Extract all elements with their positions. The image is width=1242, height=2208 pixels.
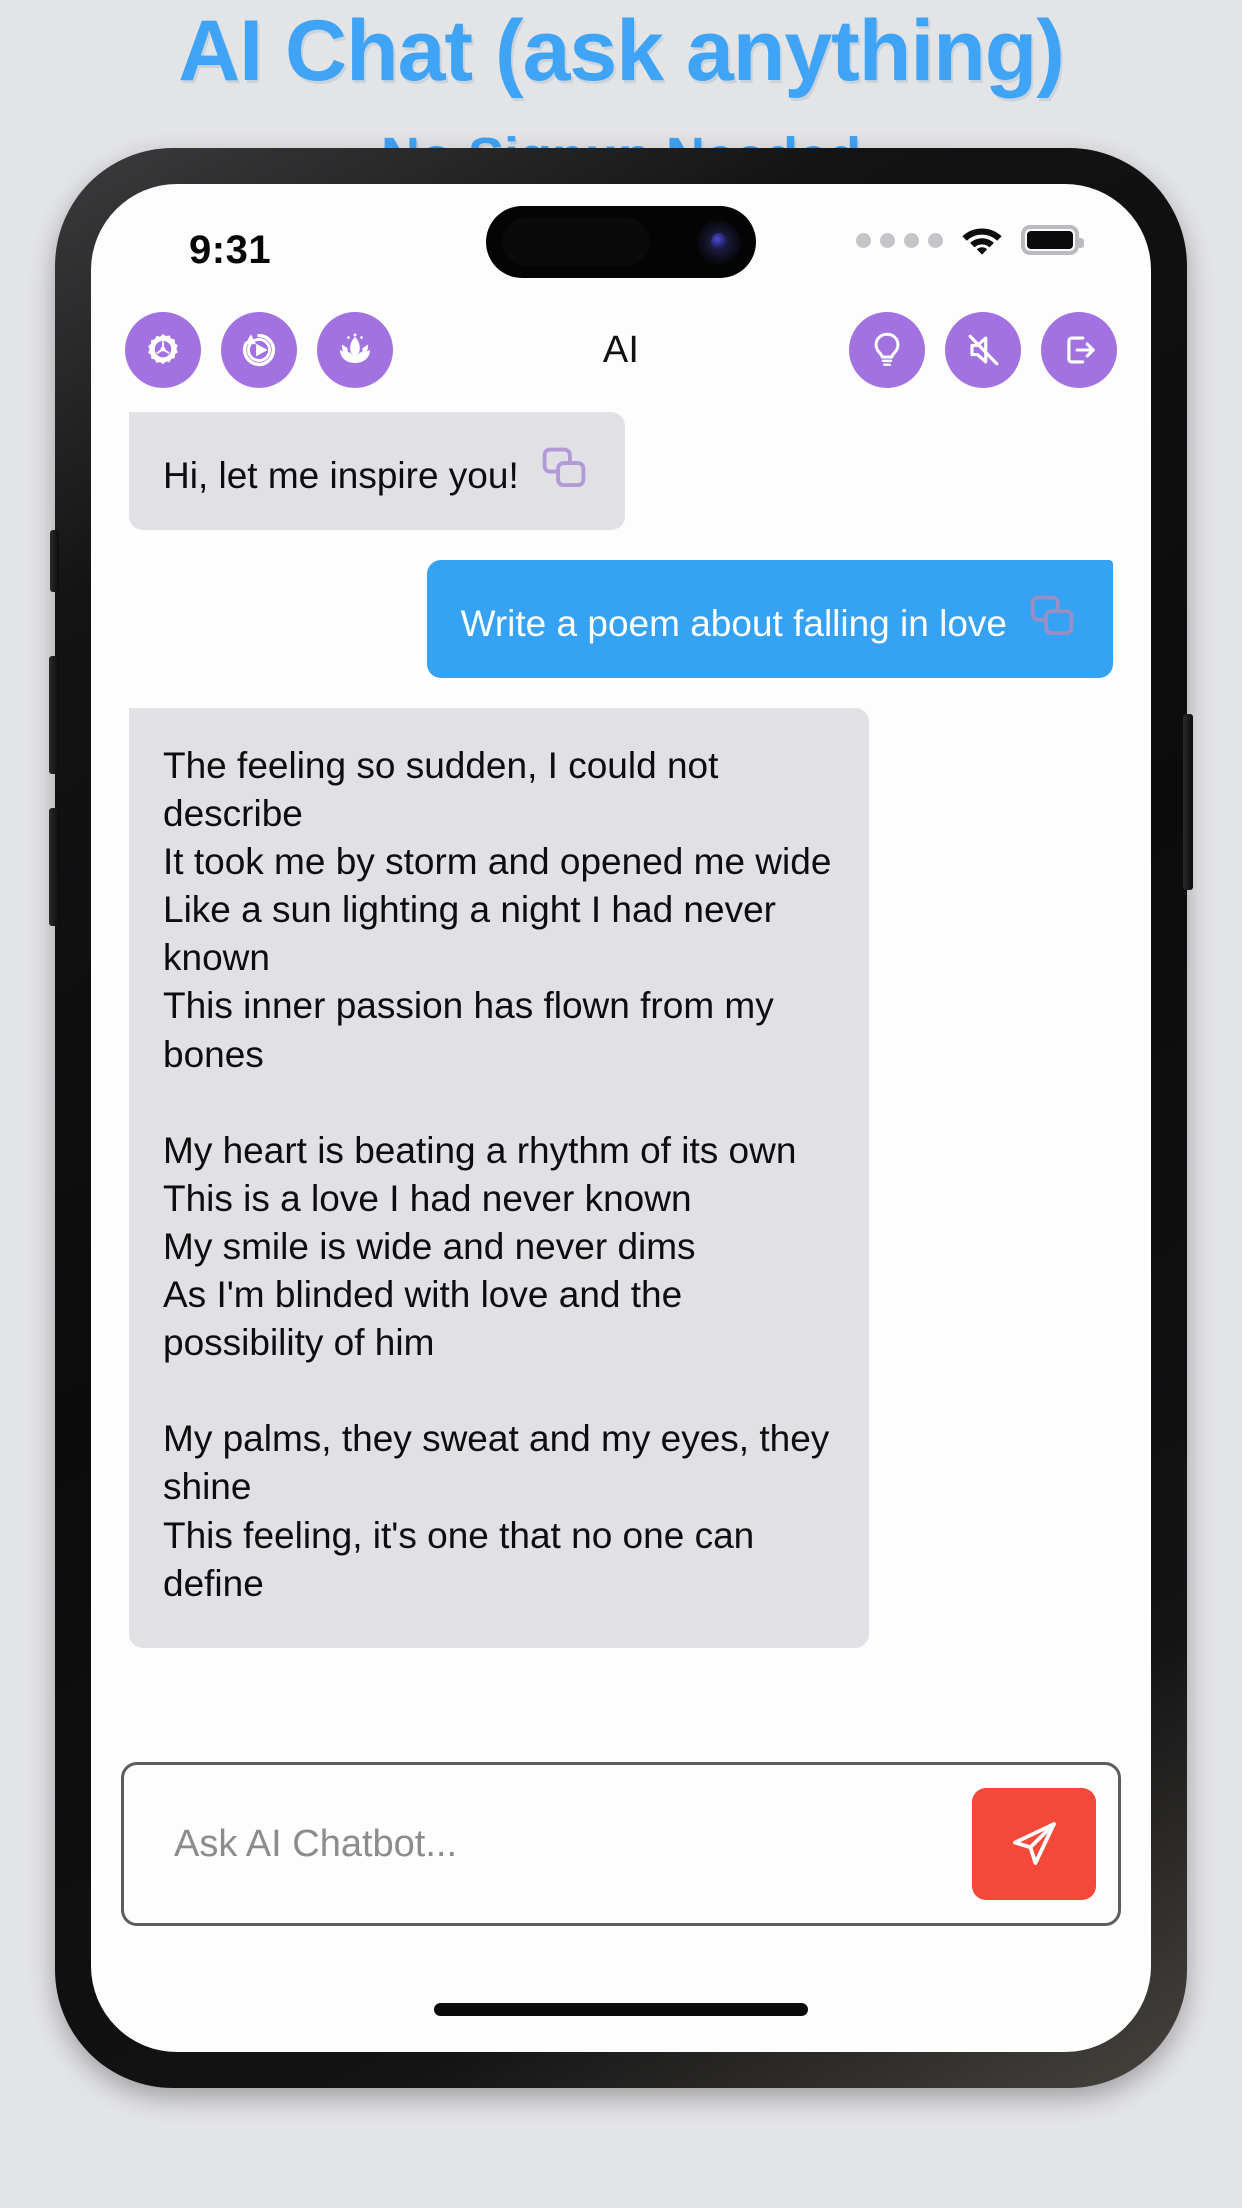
- meditation-button[interactable]: [317, 312, 393, 388]
- mute-switch[interactable]: [50, 530, 59, 592]
- copy-icon[interactable]: [537, 442, 591, 496]
- ideas-button[interactable]: [849, 312, 925, 388]
- phone-screen: 9:31 AI Hi, let me inspire you! Write a …: [91, 184, 1151, 2052]
- message-composer[interactable]: [121, 1762, 1121, 1926]
- phone-mockup: 9:31 AI Hi, let me inspire you! Write a …: [49, 148, 1193, 2088]
- front-camera-icon: [697, 220, 741, 264]
- signal-dots-icon: [856, 232, 943, 248]
- send-button[interactable]: [972, 1788, 1096, 1900]
- island-pill: [502, 218, 650, 266]
- promo-title: AI Chat (ask anything): [178, 3, 1065, 99]
- toolbar-right-group: [849, 312, 1117, 388]
- status-bar: 9:31: [91, 184, 1151, 294]
- chat-bubble[interactable]: Hi, let me inspire you!: [129, 412, 625, 530]
- message-text: Hi, let me inspire you!: [163, 454, 519, 496]
- message-row-bot-poem: The feeling so sudden, I could not descr…: [91, 708, 1151, 1648]
- battery-icon: [1021, 225, 1084, 255]
- history-replay-icon: [242, 333, 276, 367]
- copy-icon[interactable]: [1025, 590, 1079, 644]
- send-paper-plane-icon: [1013, 1822, 1056, 1865]
- logout-icon: [1067, 336, 1095, 364]
- gear-icon: [148, 333, 178, 365]
- message-text: Write a poem about falling in love: [460, 602, 1007, 644]
- power-button[interactable]: [1183, 714, 1193, 890]
- status-time: 9:31: [189, 228, 272, 272]
- home-indicator[interactable]: [434, 2003, 808, 2016]
- message-row-user-prompt: Write a poem about falling in love: [91, 560, 1151, 678]
- logout-button[interactable]: [1041, 312, 1117, 388]
- volume-up-button[interactable]: [49, 656, 59, 774]
- chat-bubble[interactable]: The feeling so sudden, I could not descr…: [129, 708, 869, 1648]
- message-row-bot-greeting: Hi, let me inspire you!: [91, 412, 1151, 530]
- lightbulb-icon: [874, 332, 900, 366]
- app-toolbar: AI: [91, 294, 1151, 398]
- message-input[interactable]: [172, 1821, 972, 1867]
- speaker-muted-icon: [968, 334, 999, 366]
- app-title: AI: [602, 328, 640, 371]
- chat-message-list[interactable]: Hi, let me inspire you! Write a poem abo…: [91, 398, 1151, 1942]
- toolbar-left-group: [125, 312, 393, 388]
- dynamic-island: [486, 206, 756, 278]
- history-button[interactable]: [221, 312, 297, 388]
- lotus-icon: [340, 333, 370, 363]
- chat-bubble[interactable]: Write a poem about falling in love: [426, 560, 1113, 678]
- wifi-icon: [962, 228, 1002, 255]
- mute-button[interactable]: [945, 312, 1021, 388]
- settings-button[interactable]: [125, 312, 201, 388]
- message-text: The feeling so sudden, I could not descr…: [163, 745, 832, 1604]
- volume-down-button[interactable]: [49, 808, 59, 926]
- status-indicators: [856, 224, 1084, 256]
